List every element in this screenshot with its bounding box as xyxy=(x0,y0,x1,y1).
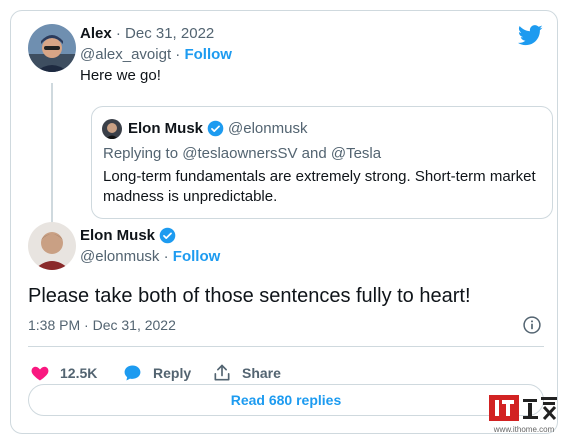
tweet-date[interactable]: Dec 31, 2022 xyxy=(125,25,214,42)
alex-handle-row: @alex_avoigt · Follow xyxy=(80,46,232,64)
ithome-logo-icon xyxy=(489,395,557,421)
ithome-watermark: www.ithome.com xyxy=(487,393,561,437)
embedded-tweet-card: Alex · Dec 31, 2022 @alex_avoigt · Follo… xyxy=(10,10,558,434)
separator-dot: · xyxy=(159,248,173,265)
author-name[interactable]: Elon Musk xyxy=(80,227,155,244)
share-button[interactable]: Share xyxy=(212,363,281,383)
thread-connector-line xyxy=(51,83,53,229)
quoted-tweet-text: Long-term fundamentals are extremely str… xyxy=(103,168,536,205)
main-tweet-text: Please take both of those sentences full… xyxy=(28,285,471,307)
twitter-bird-icon[interactable] xyxy=(517,25,543,46)
elon-avatar[interactable] xyxy=(28,222,76,270)
like-button[interactable]: 12.5K xyxy=(30,363,97,383)
quoted-author-handle: @elonmusk xyxy=(228,120,308,137)
info-icon[interactable] xyxy=(522,315,542,335)
quoted-tweet[interactable]: Elon Musk @elonmusk Replying to @teslaow… xyxy=(91,106,553,219)
author-handle[interactable]: @elonmusk xyxy=(80,248,159,265)
share-label: Share xyxy=(242,365,281,381)
alex-header: Alex · Dec 31, 2022 xyxy=(80,25,214,43)
reply-bubble-icon xyxy=(122,363,143,383)
author-name[interactable]: Alex xyxy=(80,25,112,42)
separator-dot: · xyxy=(111,25,126,42)
watermark-url: www.ithome.com xyxy=(493,425,555,434)
quoted-author-name: Elon Musk xyxy=(128,120,204,137)
quoted-author-avatar xyxy=(102,119,122,139)
author-handle[interactable]: @alex_avoigt xyxy=(80,46,171,63)
alex-avatar[interactable] xyxy=(28,24,76,72)
heart-icon xyxy=(30,363,50,383)
read-replies-button[interactable]: Read 680 replies xyxy=(28,384,544,416)
divider xyxy=(28,346,544,347)
verified-badge-icon xyxy=(207,120,224,137)
share-icon xyxy=(212,363,232,383)
reply-button[interactable]: Reply xyxy=(122,363,191,383)
elon-header: Elon Musk xyxy=(80,227,176,244)
reply-label: Reply xyxy=(153,365,192,381)
verified-badge-icon xyxy=(159,227,176,244)
tweet-text: Here we go! xyxy=(80,67,161,84)
follow-button[interactable]: Follow xyxy=(173,248,221,265)
replying-to-text: Replying to @teslaownersSV and @Tesla xyxy=(103,145,382,162)
quoted-header: Elon Musk @elonmusk xyxy=(128,120,307,137)
tweet-timestamp[interactable]: 1:38 PM · Dec 31, 2022 xyxy=(28,317,176,333)
separator-dot: · xyxy=(171,46,185,63)
likes-count: 12.5K xyxy=(60,365,98,381)
follow-button[interactable]: Follow xyxy=(184,46,232,63)
elon-handle-row: @elonmusk · Follow xyxy=(80,248,220,266)
